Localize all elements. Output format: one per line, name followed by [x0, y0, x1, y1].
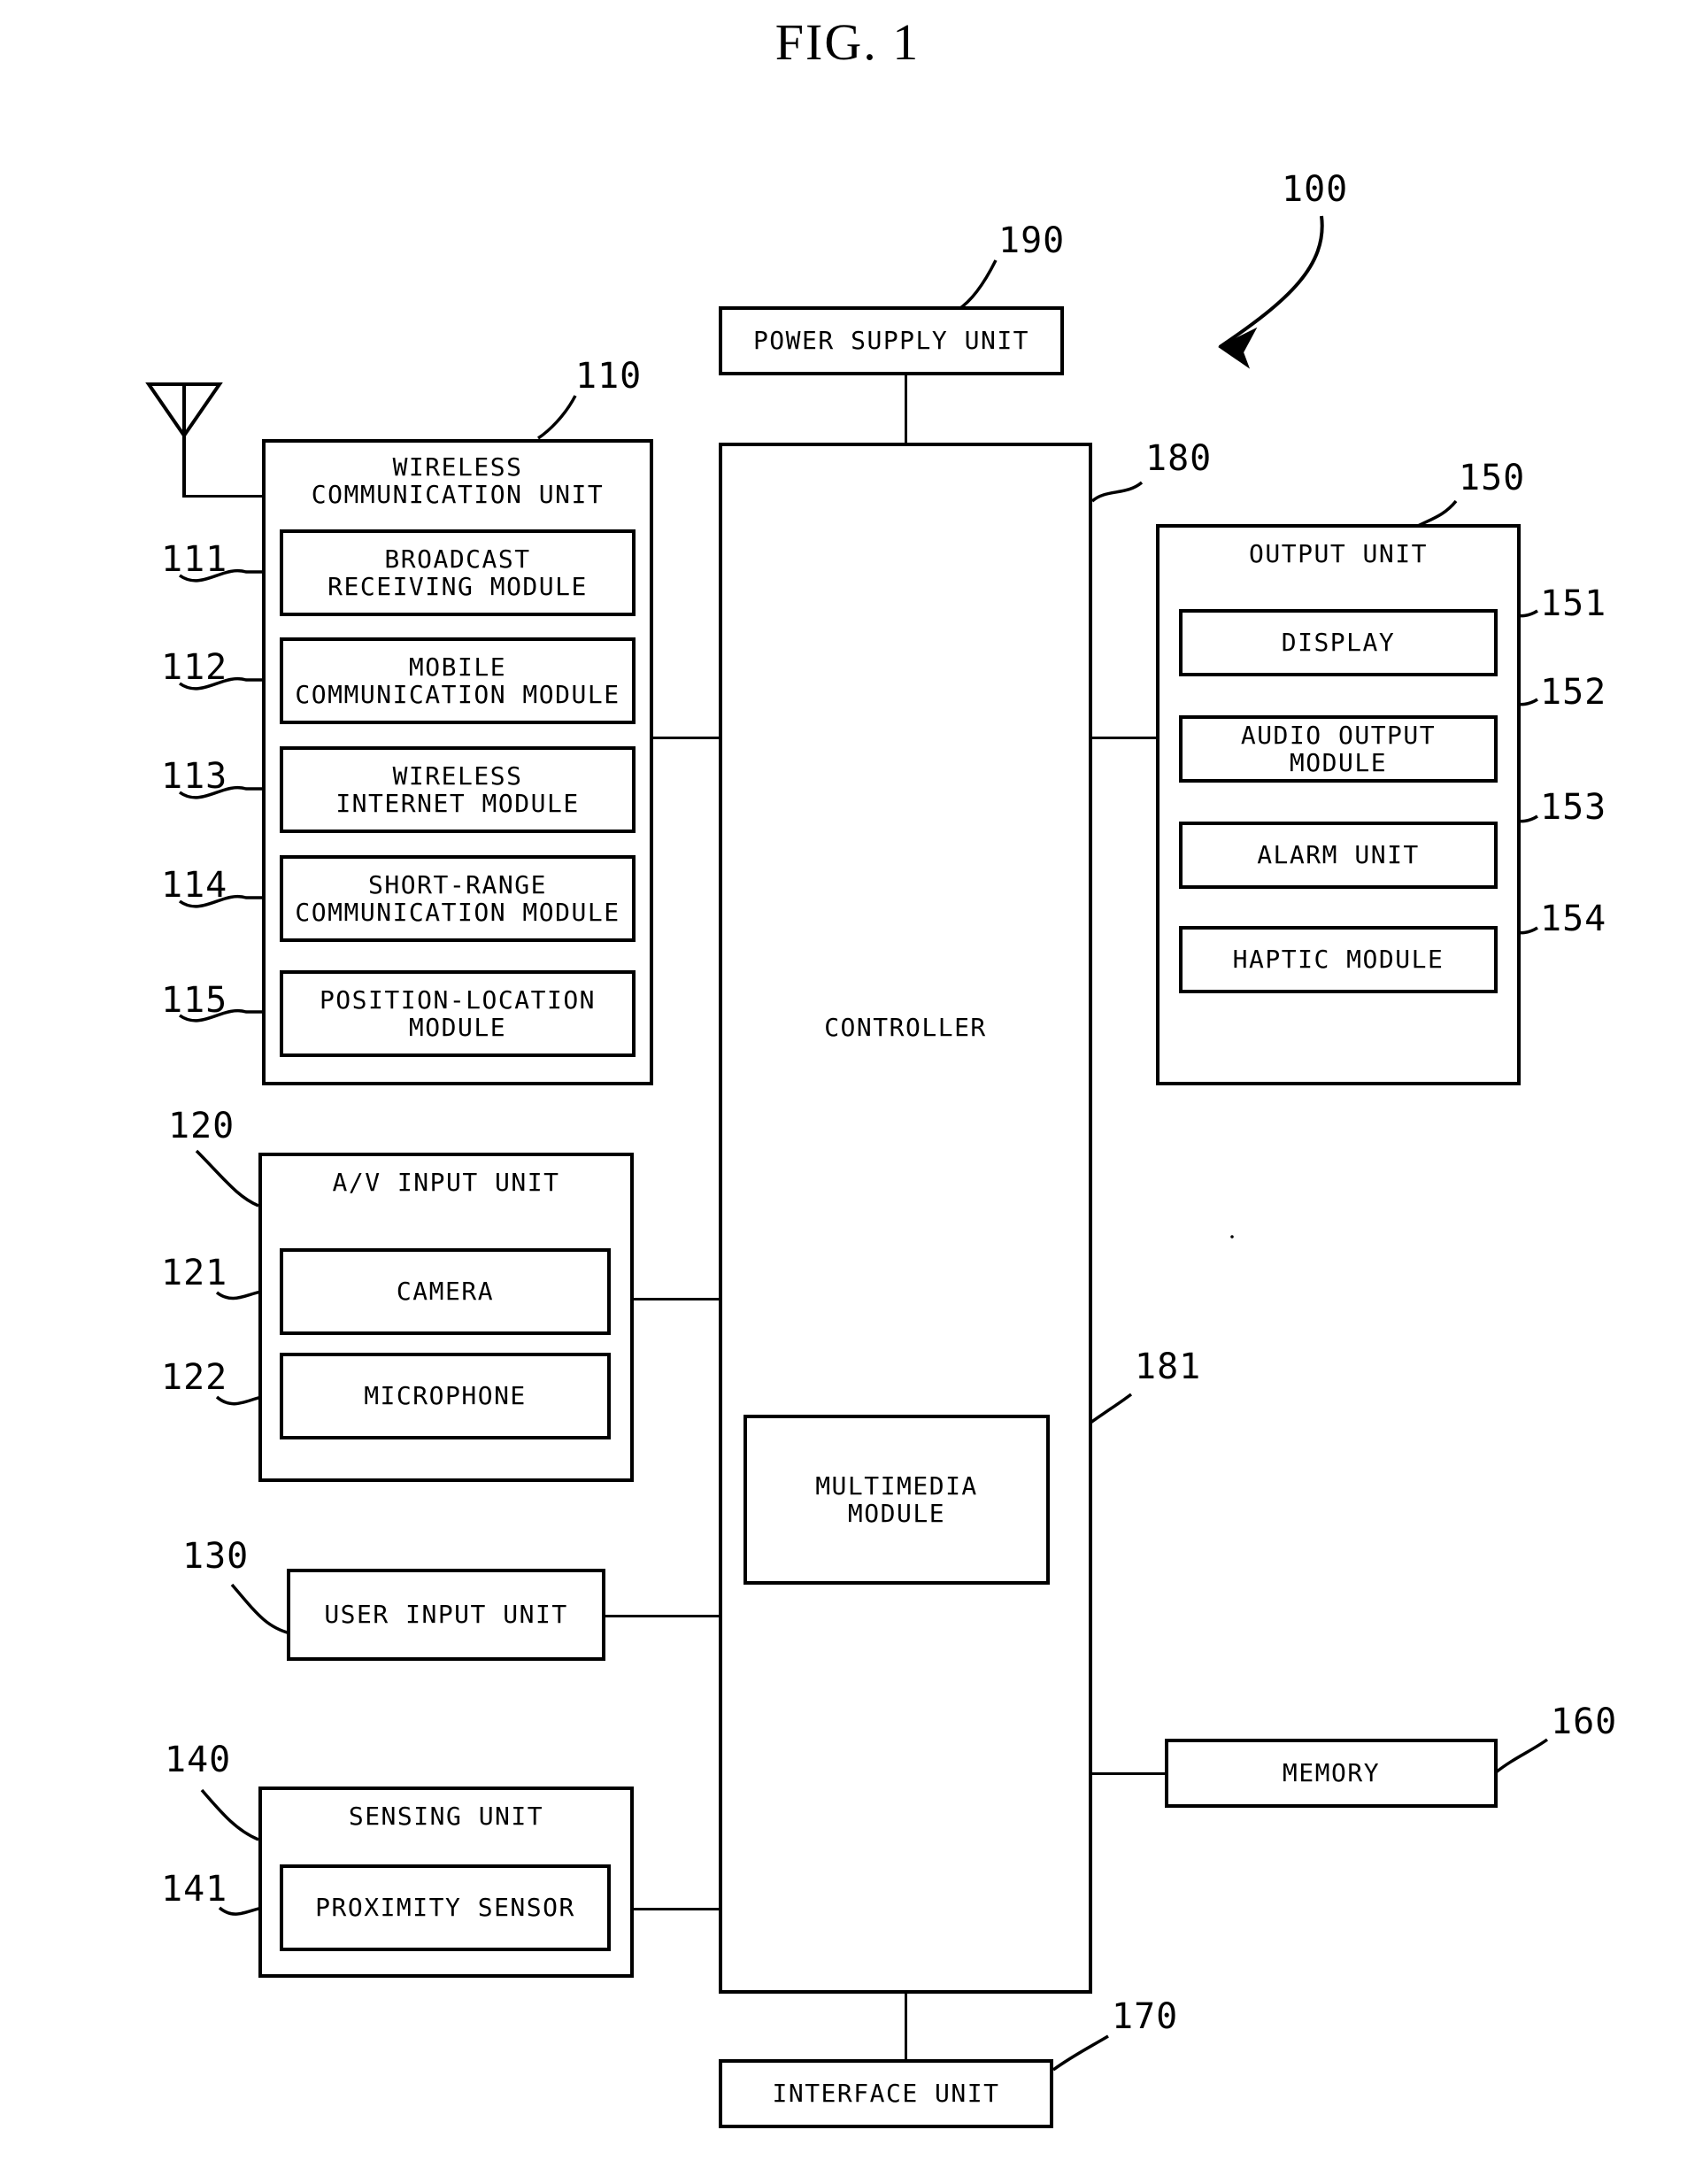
connector-wireless-controller — [653, 737, 720, 739]
mobile-communication-module-block[interactable]: MOBILE COMMUNICATION MODULE — [280, 637, 636, 724]
ref-122: 122 — [161, 1357, 228, 1398]
broadcast-receiving-module-block[interactable]: BROADCAST RECEIVING MODULE — [280, 529, 636, 616]
ref-130: 130 — [182, 1536, 250, 1577]
controller-block[interactable] — [719, 443, 1092, 1994]
connector-power-controller — [905, 372, 907, 448]
ref-151: 151 — [1540, 583, 1607, 624]
audio-output-module-block[interactable]: AUDIO OUTPUT MODULE — [1179, 715, 1498, 783]
ref-180: 180 — [1145, 438, 1213, 479]
wireless-communication-unit-label: WIRELESS COMMUNICATION UNIT — [311, 452, 605, 510]
user-input-unit-block[interactable]: USER INPUT UNIT — [287, 1569, 605, 1661]
connector-sensing-controller — [634, 1908, 720, 1910]
user-input-unit-label: USER INPUT UNIT — [324, 1600, 568, 1630]
ref-190: 190 — [998, 220, 1066, 261]
display-block[interactable]: DISPLAY — [1179, 609, 1498, 676]
multimedia-module-label: MULTIMEDIA MODULE — [815, 1470, 978, 1528]
ref-120: 120 — [168, 1106, 235, 1146]
ref-112: 112 — [161, 647, 228, 688]
short-range-communication-module-block[interactable]: SHORT-RANGE COMMUNICATION MODULE — [280, 855, 636, 942]
memory-block[interactable]: MEMORY — [1165, 1739, 1498, 1808]
camera-label: CAMERA — [396, 1277, 495, 1307]
ref-114: 114 — [161, 865, 228, 906]
power-supply-unit-label: POWER SUPPLY UNIT — [752, 326, 1030, 356]
ref-152: 152 — [1540, 672, 1607, 713]
broadcast-receiving-module-label: BROADCAST RECEIVING MODULE — [327, 544, 588, 601]
audio-output-module-label: AUDIO OUTPUT MODULE — [1240, 720, 1437, 777]
memory-label: MEMORY — [1282, 1758, 1381, 1788]
ref-100: 100 — [1282, 169, 1349, 210]
connector-controller-memory — [1089, 1772, 1165, 1775]
ref-115: 115 — [161, 980, 228, 1021]
connector-av-controller — [634, 1298, 720, 1300]
ref-160: 160 — [1551, 1702, 1618, 1742]
wireless-internet-module-label: WIRELESS INTERNET MODULE — [335, 760, 580, 818]
figure-canvas: FIG. 1 POWER SUPPLY UNIT 190 100 WIRELES… — [0, 0, 1695, 2184]
ref-141: 141 — [161, 1869, 228, 1910]
ref-181: 181 — [1135, 1347, 1202, 1387]
ref-170: 170 — [1112, 1996, 1179, 2037]
output-unit-label: OUTPUT UNIT — [1249, 539, 1428, 568]
ref-153: 153 — [1540, 787, 1607, 828]
ref-121: 121 — [161, 1253, 228, 1293]
ref-150: 150 — [1459, 458, 1526, 498]
short-range-communication-module-label: SHORT-RANGE COMMUNICATION MODULE — [295, 869, 620, 927]
wireless-internet-module-block[interactable]: WIRELESS INTERNET MODULE — [280, 746, 636, 833]
interface-unit-block[interactable]: INTERFACE UNIT — [719, 2059, 1053, 2128]
page-title: FIG. 1 — [774, 13, 921, 71]
power-supply-unit-block[interactable]: POWER SUPPLY UNIT — [719, 306, 1064, 375]
antenna-feed-line — [182, 495, 264, 498]
controller-label: CONTROLLER — [824, 1013, 987, 1042]
microphone-block[interactable]: MICROPHONE — [280, 1353, 611, 1439]
proximity-sensor-block[interactable]: PROXIMITY SENSOR — [280, 1864, 611, 1951]
ref-110: 110 — [575, 356, 643, 397]
haptic-module-block[interactable]: HAPTIC MODULE — [1179, 926, 1498, 993]
multimedia-module-block[interactable]: MULTIMEDIA MODULE — [743, 1415, 1050, 1585]
position-location-module-block[interactable]: POSITION-LOCATION MODULE — [280, 970, 636, 1057]
alarm-unit-block[interactable]: ALARM UNIT — [1179, 822, 1498, 889]
interface-unit-label: INTERFACE UNIT — [772, 2079, 1000, 2109]
microphone-label: MICROPHONE — [364, 1381, 527, 1411]
camera-block[interactable]: CAMERA — [280, 1248, 611, 1335]
ref-113: 113 — [161, 756, 228, 797]
ref-140: 140 — [165, 1740, 232, 1780]
position-location-module-label: POSITION-LOCATION MODULE — [319, 984, 597, 1042]
mobile-communication-module-label: MOBILE COMMUNICATION MODULE — [295, 652, 620, 709]
connector-controller-interface — [905, 1994, 907, 2063]
ref-111: 111 — [161, 539, 228, 580]
display-label: DISPLAY — [1281, 628, 1396, 658]
proximity-sensor-label: PROXIMITY SENSOR — [315, 1893, 575, 1923]
connector-userinput-controller — [604, 1615, 720, 1617]
haptic-module-label: HAPTIC MODULE — [1232, 945, 1445, 975]
alarm-unit-label: ALARM UNIT — [1257, 840, 1420, 870]
connector-controller-output — [1089, 737, 1158, 739]
ref-154: 154 — [1540, 899, 1607, 939]
av-input-unit-label: A/V INPUT UNIT — [332, 1168, 560, 1197]
sensing-unit-label: SENSING UNIT — [348, 1802, 544, 1831]
